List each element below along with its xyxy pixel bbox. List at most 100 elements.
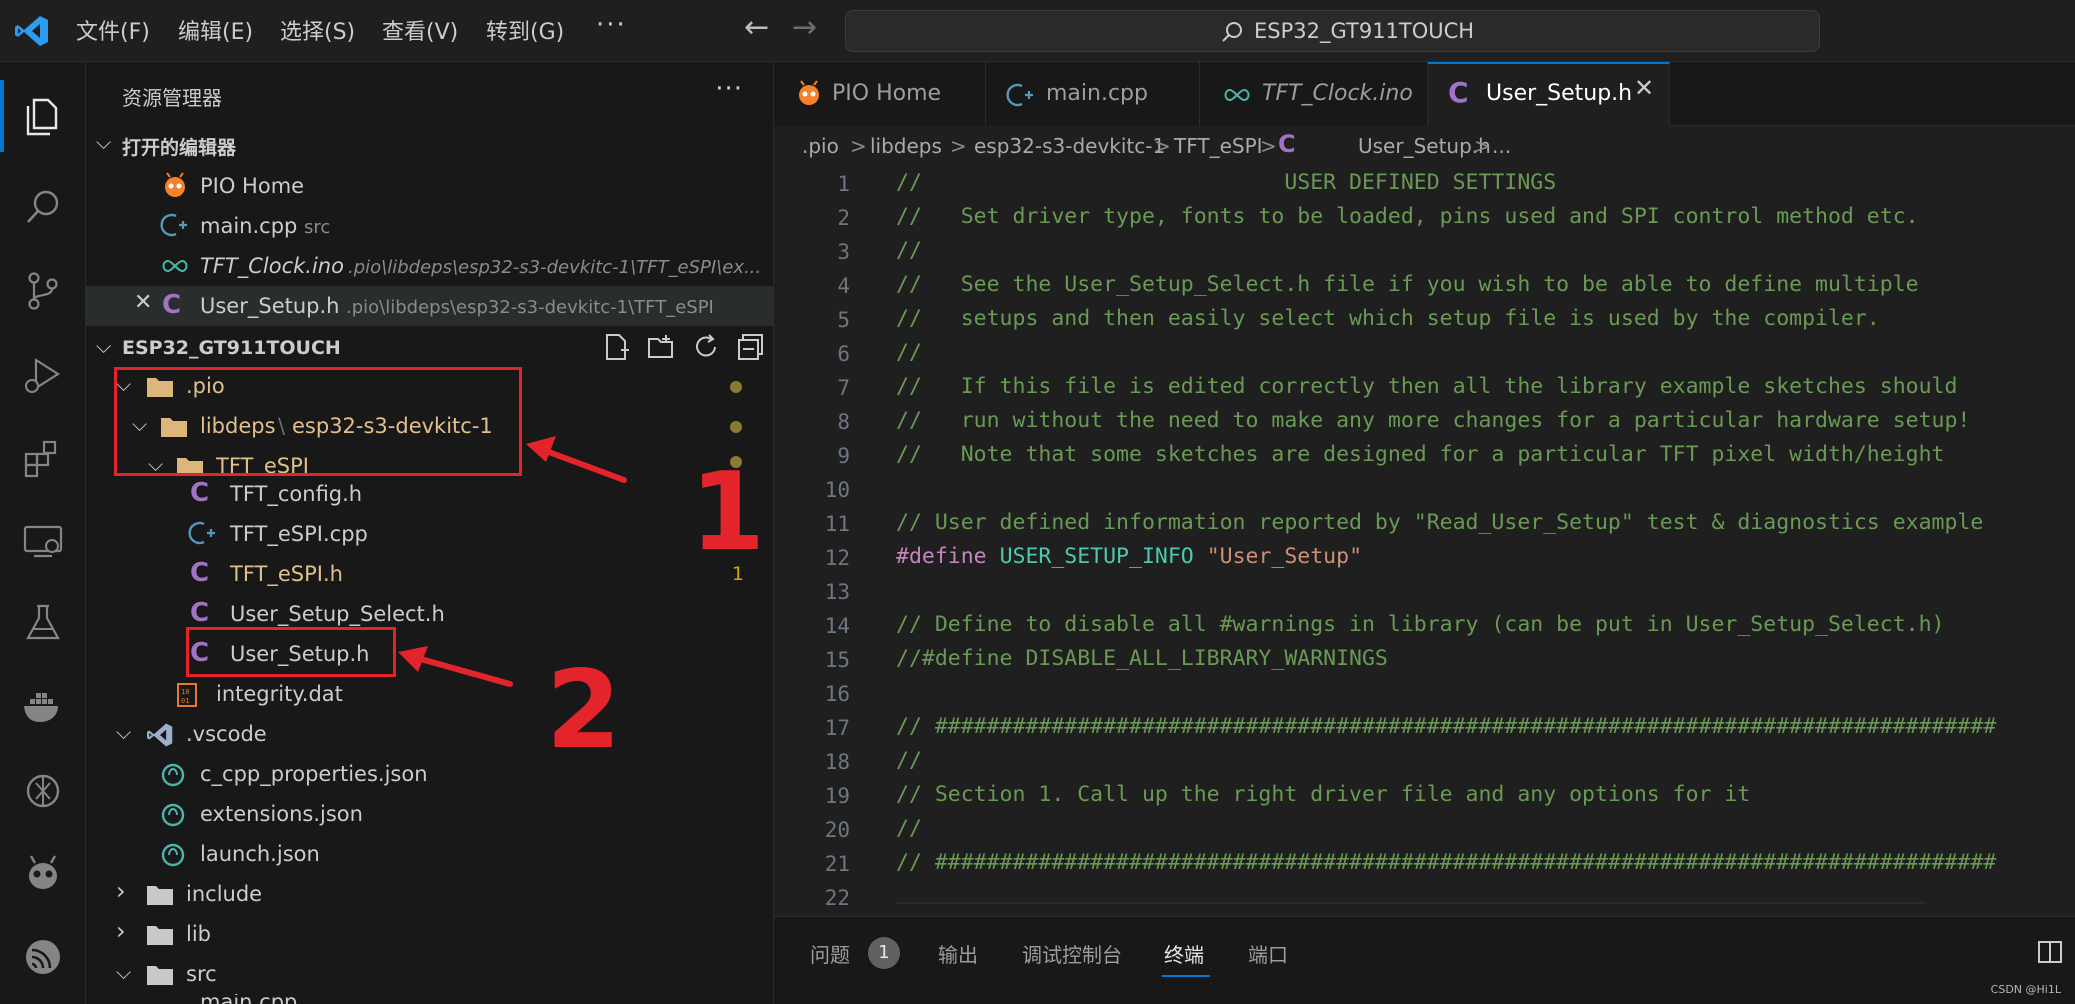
testing-flask-icon[interactable]	[22, 602, 64, 644]
breadcrumb-item[interactable]: TFT_eSPI	[1174, 134, 1263, 158]
line-number: 6	[837, 342, 850, 366]
extensions-icon[interactable]	[22, 438, 64, 480]
code-line: // User defined information reported by …	[896, 510, 1984, 535]
explorer-more-actions[interactable]: ···	[715, 74, 743, 104]
espressif-icon[interactable]	[22, 936, 64, 978]
remote-explorer-icon[interactable]	[22, 520, 64, 562]
tab-tft-clock[interactable]: TFT_Clock.ino	[1200, 62, 1428, 126]
tree-folder-lib[interactable]: › lib	[86, 914, 774, 954]
open-editor-label: main.cpp	[200, 214, 298, 238]
tree-file-tft-espi-cpp[interactable]: TFT_eSPI.cpp	[86, 514, 774, 554]
docker-icon[interactable]	[22, 686, 64, 728]
split-panel-icon[interactable]	[2037, 939, 2063, 965]
menu-edit[interactable]: 编辑(E)	[178, 14, 253, 46]
folder-label: src	[186, 962, 217, 986]
breadcrumb-item[interactable]: .pio	[802, 134, 839, 158]
breadcrumb-item[interactable]: esp32-s3-devkitc-1	[974, 134, 1165, 158]
forward-arrow-icon[interactable]: →	[792, 10, 817, 45]
tab-main-cpp[interactable]: main.cpp	[986, 62, 1200, 126]
new-file-icon[interactable]	[601, 332, 631, 362]
menu-selection[interactable]: 选择(S)	[280, 14, 355, 46]
tab-terminal[interactable]: 终端	[1164, 939, 1204, 968]
close-icon[interactable]: ✕	[1634, 74, 1654, 102]
modified-dot	[730, 381, 742, 393]
menu-view[interactable]: 查看(V)	[382, 14, 458, 46]
source-control-icon[interactable]	[22, 270, 64, 312]
arduino-infinity-icon	[1224, 88, 1250, 102]
tree-file-c-cpp-properties[interactable]: c_cpp_properties.json	[86, 754, 774, 794]
folder-label: lib	[186, 922, 211, 946]
close-icon[interactable]: ✕	[134, 290, 152, 315]
line-number: 14	[824, 614, 850, 638]
code-line: //	[896, 238, 922, 263]
breadcrumb-item[interactable]: libdeps	[870, 134, 942, 158]
json-settings-icon	[161, 803, 185, 827]
active-tab-indicator	[1162, 975, 1210, 977]
tab-user-setup[interactable]: C User_Setup.h ✕	[1428, 62, 1670, 126]
line-number: 12	[824, 546, 850, 570]
code-editor[interactable]: 1 2 3 4 5 6 7 8 9 10 11 12 13 14 15 16 17 18 19 20 21 22 // U…	[774, 166, 2075, 916]
activity-bar	[0, 62, 86, 1004]
code-line: // If this file is edited correctly then…	[896, 374, 1958, 399]
tab-output[interactable]: 输出	[938, 939, 978, 968]
svg-text:10: 10	[181, 688, 189, 696]
command-center-search[interactable]: ESP32_GT911TOUCH	[845, 10, 1820, 52]
menu-file[interactable]: 文件(F)	[76, 14, 150, 46]
code-string: "User_Setup"	[1206, 544, 1363, 569]
collapse-all-icon[interactable]	[736, 332, 766, 362]
line-number: 11	[824, 512, 850, 536]
code-line: // Define to disable all #warnings in li…	[896, 612, 1945, 637]
modified-dot	[730, 421, 742, 433]
open-editors-header[interactable]: ⌵ 打开的编辑器	[86, 126, 774, 162]
menu-go[interactable]: 转到(G)	[486, 14, 564, 46]
tab-ports[interactable]: 端口	[1248, 939, 1288, 968]
line-number: 21	[824, 852, 850, 876]
tree-file-main-cpp[interactable]: main.cpp	[86, 994, 774, 1004]
tree-folder-vscode[interactable]: ⌵ .vscode	[86, 714, 774, 754]
file-label: TFT_eSPI.cpp	[230, 522, 368, 546]
line-number: 8	[837, 410, 850, 434]
platformio-alien-icon[interactable]	[22, 852, 64, 894]
chatgpt-icon[interactable]	[22, 770, 64, 812]
back-arrow-icon[interactable]: ←	[744, 10, 769, 45]
tree-file-tft-config[interactable]: C TFT_config.h	[86, 474, 774, 514]
tree-file-extensions-json[interactable]: extensions.json	[86, 794, 774, 834]
new-folder-icon[interactable]	[646, 332, 676, 362]
breadcrumb-separator: >	[950, 134, 967, 158]
vscode-folder-icon	[147, 723, 173, 747]
tree-folder-src[interactable]: ⌵ src	[86, 954, 774, 994]
search-icon[interactable]	[22, 186, 64, 228]
tab-pio-home[interactable]: PIO Home	[774, 62, 986, 126]
chevron-right-icon: ›	[116, 877, 126, 905]
tab-problems[interactable]: 问题	[810, 939, 850, 968]
open-editor-item-active[interactable]: ✕ C User_Setup.h .pio\libdeps\esp32-s3-d…	[86, 286, 774, 326]
breadcrumb-item[interactable]: User_Setup.h	[1358, 134, 1491, 158]
cpp-file-icon	[188, 521, 215, 545]
explorer-icon[interactable]	[22, 96, 64, 138]
breadcrumb-item[interactable]: ...	[1492, 134, 1511, 158]
tree-folder-include[interactable]: › include	[86, 874, 774, 914]
code-line-define: #define USER_SETUP_INFO "User_Setup"	[896, 544, 1362, 569]
annotation-number-1: 1	[690, 450, 766, 575]
open-editor-path: src	[304, 217, 331, 238]
refresh-icon[interactable]	[691, 332, 721, 362]
run-debug-icon[interactable]	[22, 354, 64, 396]
c-header-file-icon: C	[190, 558, 210, 588]
open-editor-label: PIO Home	[200, 174, 305, 198]
annotation-box-folders	[114, 367, 522, 476]
code-line: //	[896, 340, 922, 365]
tree-file-integrity[interactable]: 10 01 integrity.dat	[86, 674, 774, 714]
menu-more[interactable]: ···	[596, 10, 627, 40]
open-editor-item[interactable]: main.cpp src	[86, 206, 774, 246]
code-macro: USER_SETUP_INFO	[999, 544, 1194, 569]
workspace-header[interactable]: ⌵ ESP32_GT911TOUCH	[86, 330, 774, 366]
line-number: 3	[837, 240, 850, 264]
binary-file-icon: 10 01	[177, 683, 197, 707]
tab-debug-console[interactable]: 调试控制台	[1022, 939, 1122, 968]
tree-file-launch-json[interactable]: launch.json	[86, 834, 774, 874]
line-number: 7	[837, 376, 850, 400]
code-keyword: #define	[896, 544, 987, 569]
open-editor-item[interactable]: TFT_Clock.ino .pio\libdeps\esp32-s3-devk…	[86, 246, 774, 286]
tree-file-tft-espi-h[interactable]: C TFT_eSPI.h 1	[86, 554, 774, 594]
open-editor-item[interactable]: PIO Home	[86, 166, 774, 206]
